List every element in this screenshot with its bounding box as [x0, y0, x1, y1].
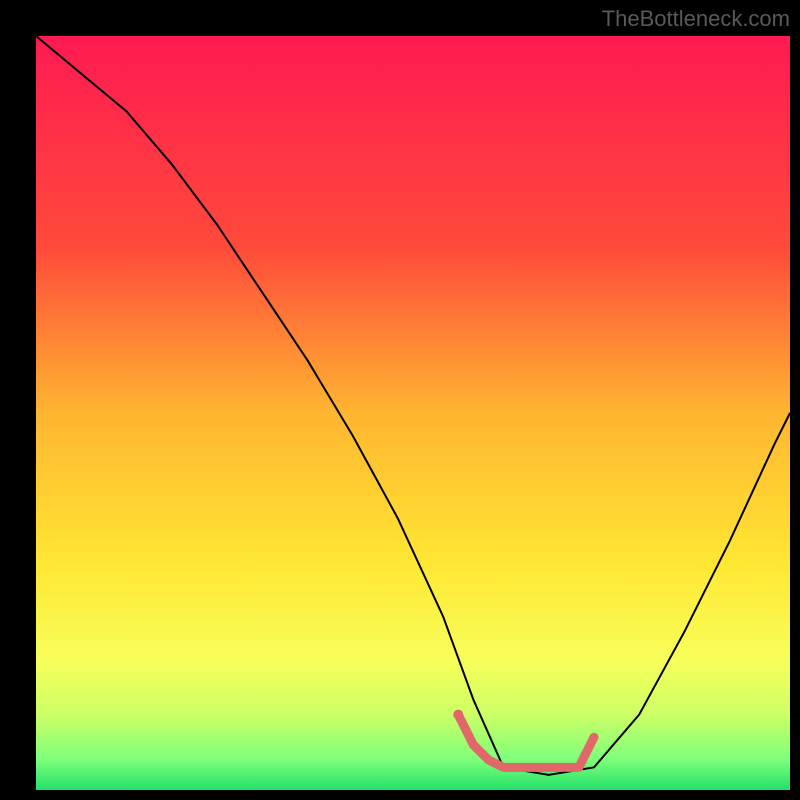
chart-canvas: TheBottleneck.com — [0, 0, 800, 800]
bottleneck-chart: TheBottleneck.com — [0, 0, 800, 800]
plot-background — [36, 36, 790, 790]
watermark-text: TheBottleneck.com — [602, 6, 790, 31]
optimal-dot — [453, 710, 463, 720]
